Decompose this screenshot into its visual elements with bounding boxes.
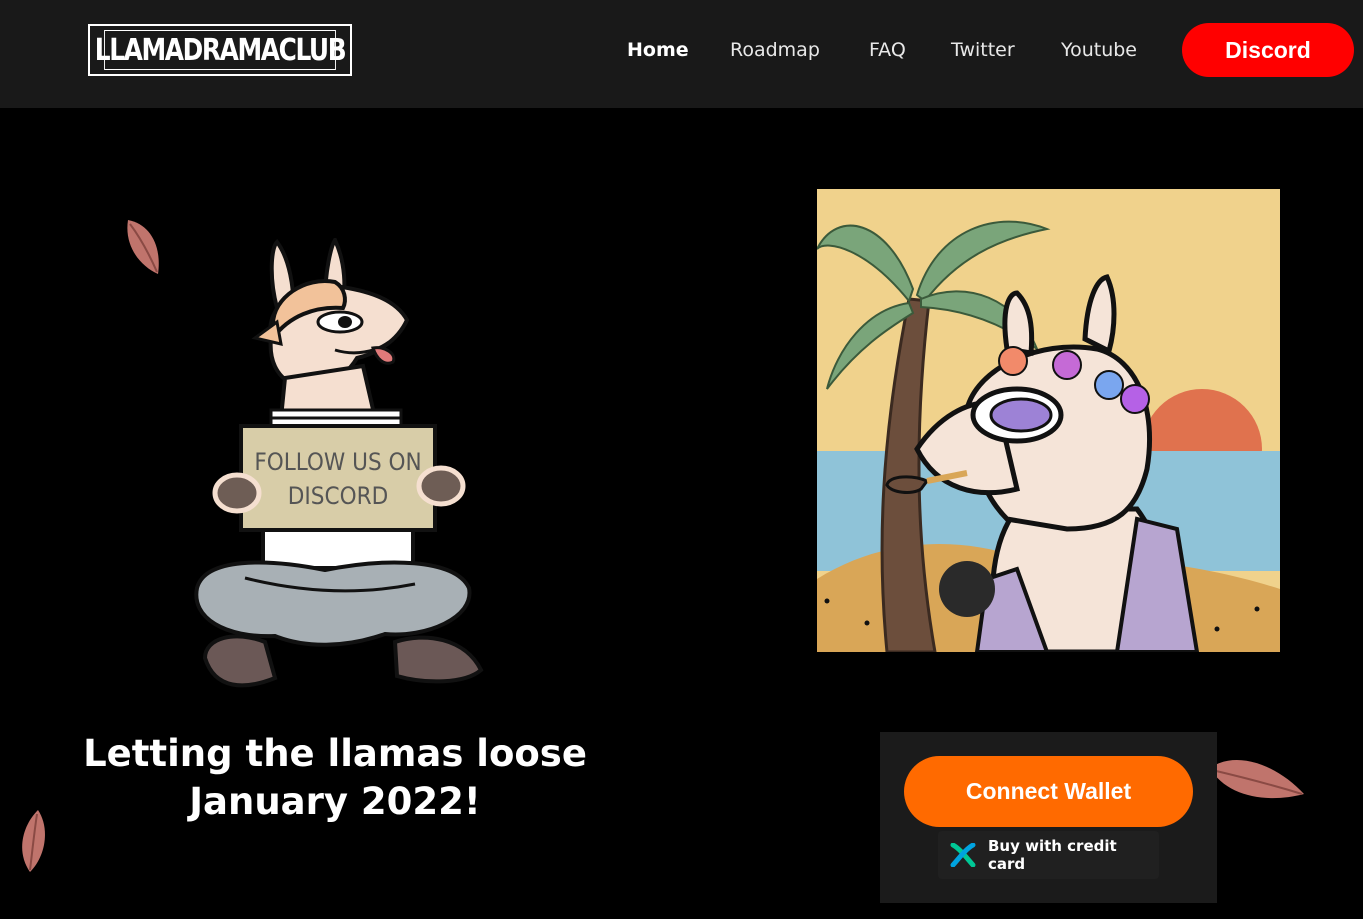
- nav-youtube[interactable]: Youtube: [1061, 38, 1137, 62]
- llama-sign-illustration: FOLLOW US ON DISCORD: [194, 238, 484, 688]
- top-nav-bar: LLAMADRAMACLUB Home Roadmap FAQ Twitter …: [0, 0, 1363, 108]
- leaf-icon: [22, 810, 45, 872]
- credit-card-label: Buy with credit card: [987, 837, 1117, 873]
- leaf-icon: [127, 220, 159, 274]
- leaf-icon: [1210, 760, 1304, 799]
- nav-roadmap[interactable]: Roadmap: [730, 38, 820, 62]
- hero-title: Letting the llamas loose January 2022!: [60, 730, 610, 826]
- connect-wallet-button[interactable]: Connect Wallet: [904, 756, 1193, 827]
- sign-line-1: FOLLOW US ON: [254, 448, 421, 476]
- buy-with-credit-card-button[interactable]: Buy with credit card: [938, 831, 1159, 879]
- crossmint-x-icon: [950, 843, 976, 867]
- hero-title-line-1: Letting the llamas loose: [83, 732, 587, 775]
- nav-twitter[interactable]: Twitter: [951, 38, 1015, 62]
- nav-home[interactable]: Home: [627, 38, 689, 62]
- site-logo[interactable]: LLAMADRAMACLUB: [88, 24, 352, 76]
- logo-text: LLAMADRAMACLUB: [95, 30, 347, 70]
- discord-button[interactable]: Discord: [1182, 23, 1354, 77]
- hero-title-line-2: January 2022!: [189, 780, 481, 823]
- nav-faq[interactable]: FAQ: [869, 38, 906, 62]
- sign-line-2: DISCORD: [288, 482, 388, 510]
- llama-beach-illustration: [817, 189, 1280, 652]
